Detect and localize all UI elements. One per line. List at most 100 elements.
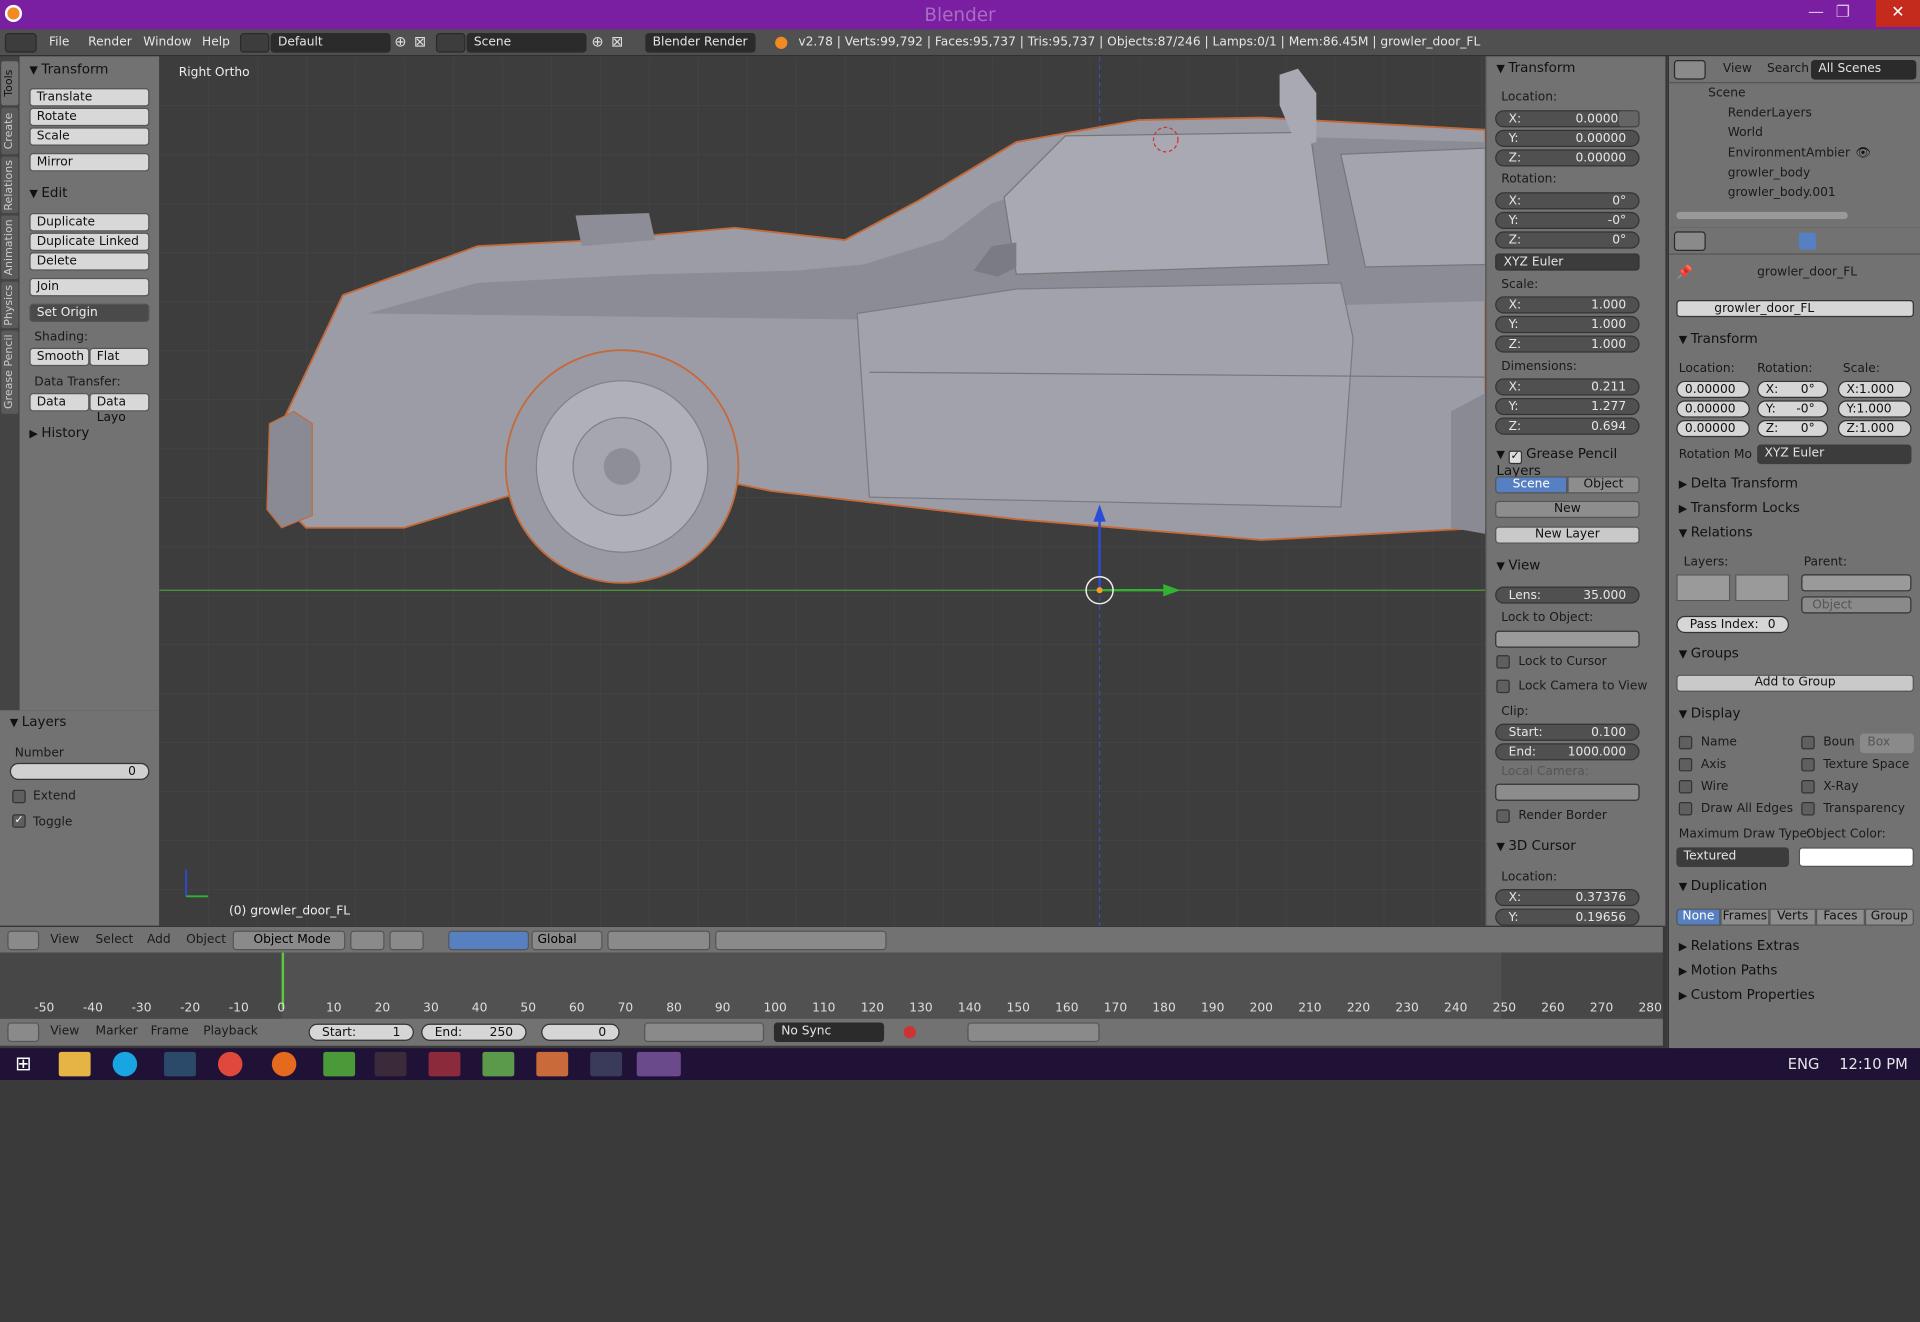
flat-button[interactable]: Flat: [89, 347, 150, 367]
add-to-group-button[interactable]: Add to Group: [1676, 674, 1914, 692]
motion-paths-header[interactable]: Motion Paths: [1679, 962, 1778, 978]
n-clip-end[interactable]: End: 1000.000: [1495, 743, 1640, 761]
file-explorer-icon[interactable]: [58, 1051, 91, 1077]
n-clip-start[interactable]: Start: 0.100: [1495, 723, 1640, 741]
props-rot-z[interactable]: Z: 0°: [1757, 420, 1829, 438]
viewport-type-icon[interactable]: [7, 930, 40, 951]
gp-new-layer-button[interactable]: New Layer: [1495, 526, 1640, 544]
blender-taskbar-icon[interactable]: [636, 1051, 681, 1077]
menu-object[interactable]: Object: [186, 933, 226, 946]
viewport-tools[interactable]: [715, 930, 887, 951]
data-layout-button[interactable]: Data Layo: [89, 393, 150, 425]
props-rot-y[interactable]: Y: -0°: [1757, 400, 1829, 418]
layers-header[interactable]: Layers: [10, 714, 67, 730]
tl-menu-frame[interactable]: Frame: [151, 1025, 189, 1038]
props-type-icon[interactable]: [1673, 231, 1706, 252]
dup-frames[interactable]: Frames: [1720, 908, 1770, 926]
menu-file[interactable]: File: [49, 36, 69, 49]
eye-icon[interactable]: 👁: [1855, 147, 1871, 160]
manipulator-toggle[interactable]: [448, 930, 529, 951]
translate-button[interactable]: Translate: [29, 88, 150, 107]
display-axis-checkbox[interactable]: [1678, 757, 1693, 772]
display-name-checkbox[interactable]: [1678, 735, 1693, 750]
steam-icon[interactable]: [164, 1051, 196, 1077]
outliner-item[interactable]: growler_body.001: [1728, 186, 1836, 199]
maximize-icon[interactable]: ❐: [1825, 0, 1862, 27]
n-scl-z[interactable]: Z: 1.000: [1495, 335, 1640, 353]
n-3dcursor-header[interactable]: 3D Cursor: [1496, 838, 1576, 854]
n-loc-y[interactable]: Y: 0.00000: [1495, 129, 1640, 147]
toggle-checkbox[interactable]: ✓: [12, 814, 26, 828]
skype-icon[interactable]: [112, 1051, 138, 1077]
gp-layers-checkbox[interactable]: ✓: [1508, 450, 1522, 465]
scale-button[interactable]: Scale: [29, 127, 150, 146]
editor-type-icon[interactable]: [4, 33, 37, 53]
dup-group[interactable]: Group: [1864, 908, 1914, 926]
menu-view[interactable]: View: [50, 933, 79, 946]
props-loc-y[interactable]: 0.00000: [1676, 400, 1750, 418]
n-dim-x[interactable]: X: 0.211: [1495, 378, 1640, 396]
lock-icon[interactable]: [1617, 110, 1640, 128]
dup-none[interactable]: None: [1676, 908, 1721, 926]
render-border-checkbox[interactable]: [1496, 809, 1510, 823]
mirror-button[interactable]: Mirror: [29, 153, 150, 172]
mode-select[interactable]: Object Mode: [232, 930, 346, 951]
bounds-type-select[interactable]: Box: [1860, 733, 1914, 754]
props-scl-z[interactable]: Z:1.000: [1837, 420, 1912, 438]
windows-start-icon[interactable]: ⊞: [7, 1052, 39, 1076]
object-context-icon[interactable]: [1798, 232, 1816, 250]
scene-select[interactable]: Scene: [466, 33, 587, 53]
tab-animation[interactable]: Animation: [1, 215, 19, 280]
set-origin-dropdown[interactable]: Set Origin: [29, 303, 150, 323]
menu-select[interactable]: Select: [96, 933, 134, 946]
n-rot-y[interactable]: Y: -0°: [1495, 211, 1640, 229]
props-loc-x[interactable]: 0.00000: [1676, 380, 1750, 398]
3d-viewport[interactable]: Right Ortho (0) growler_door_FL: [159, 56, 1486, 926]
tab-tools[interactable]: Tools: [1, 61, 19, 106]
n-rot-x[interactable]: X: 0°: [1495, 192, 1640, 210]
outliner-type-icon[interactable]: [1673, 60, 1706, 80]
transparency-checkbox[interactable]: [1801, 802, 1815, 816]
n-transform-header[interactable]: Transform: [1496, 60, 1575, 76]
remove-scene-icon[interactable]: ⊠: [611, 33, 623, 50]
firefox-icon[interactable]: [271, 1051, 297, 1077]
app-icon[interactable]: [536, 1051, 569, 1077]
relations-extras-header[interactable]: Relations Extras: [1679, 938, 1800, 954]
tl-menu-view[interactable]: View: [50, 1025, 79, 1038]
tl-end-field[interactable]: End: 250: [421, 1023, 527, 1041]
layer-buttons[interactable]: [607, 930, 711, 951]
tab-create[interactable]: Create: [1, 107, 19, 155]
n-local-camera-field[interactable]: [1495, 783, 1640, 801]
app-icon[interactable]: [590, 1051, 623, 1077]
timeline-type-icon[interactable]: [7, 1022, 40, 1043]
n-lock-object-field[interactable]: [1495, 630, 1640, 648]
extend-checkbox[interactable]: [12, 789, 26, 804]
outliner-item[interactable]: World: [1728, 126, 1763, 139]
gp-new-button[interactable]: New: [1495, 500, 1640, 518]
outliner-item[interactable]: Scene: [1708, 87, 1745, 100]
timeline[interactable]: -50 -40 -30 -20 -10 0 10 20 30 40 50 60 70 80 90 100 110…: [0, 952, 1663, 1019]
n-lens-field[interactable]: Lens: 35.000: [1495, 586, 1640, 604]
display-bounds-checkbox[interactable]: [1801, 735, 1815, 750]
props-scl-y[interactable]: Y:1.000: [1837, 400, 1912, 418]
layout-select[interactable]: Default: [270, 33, 391, 53]
tab-physics[interactable]: Physics: [1, 281, 19, 329]
outliner-view-menu[interactable]: View: [1723, 62, 1752, 75]
lock-camera-checkbox[interactable]: [1496, 679, 1510, 694]
display-header[interactable]: Display: [1679, 705, 1741, 721]
current-frame-indicator[interactable]: [281, 952, 285, 1009]
join-button[interactable]: Join: [29, 277, 150, 297]
xray-checkbox[interactable]: [1801, 780, 1815, 794]
app-icon[interactable]: [482, 1051, 515, 1077]
n-rotation-mode[interactable]: XYZ Euler: [1495, 253, 1640, 271]
object-name-field[interactable]: growler_door_FL: [1676, 300, 1914, 318]
dup-verts[interactable]: Verts: [1769, 908, 1816, 926]
object-color-swatch[interactable]: [1798, 847, 1914, 867]
number-field[interactable]: 0: [9, 762, 150, 781]
app-icon[interactable]: [428, 1051, 461, 1077]
tab-relations[interactable]: Relations: [1, 156, 19, 214]
sync-select[interactable]: No Sync: [773, 1022, 885, 1043]
outliner-display-select[interactable]: All Scenes: [1811, 60, 1917, 80]
n-view-header[interactable]: View: [1496, 557, 1540, 573]
transform-panel-header[interactable]: Transform: [29, 61, 108, 77]
